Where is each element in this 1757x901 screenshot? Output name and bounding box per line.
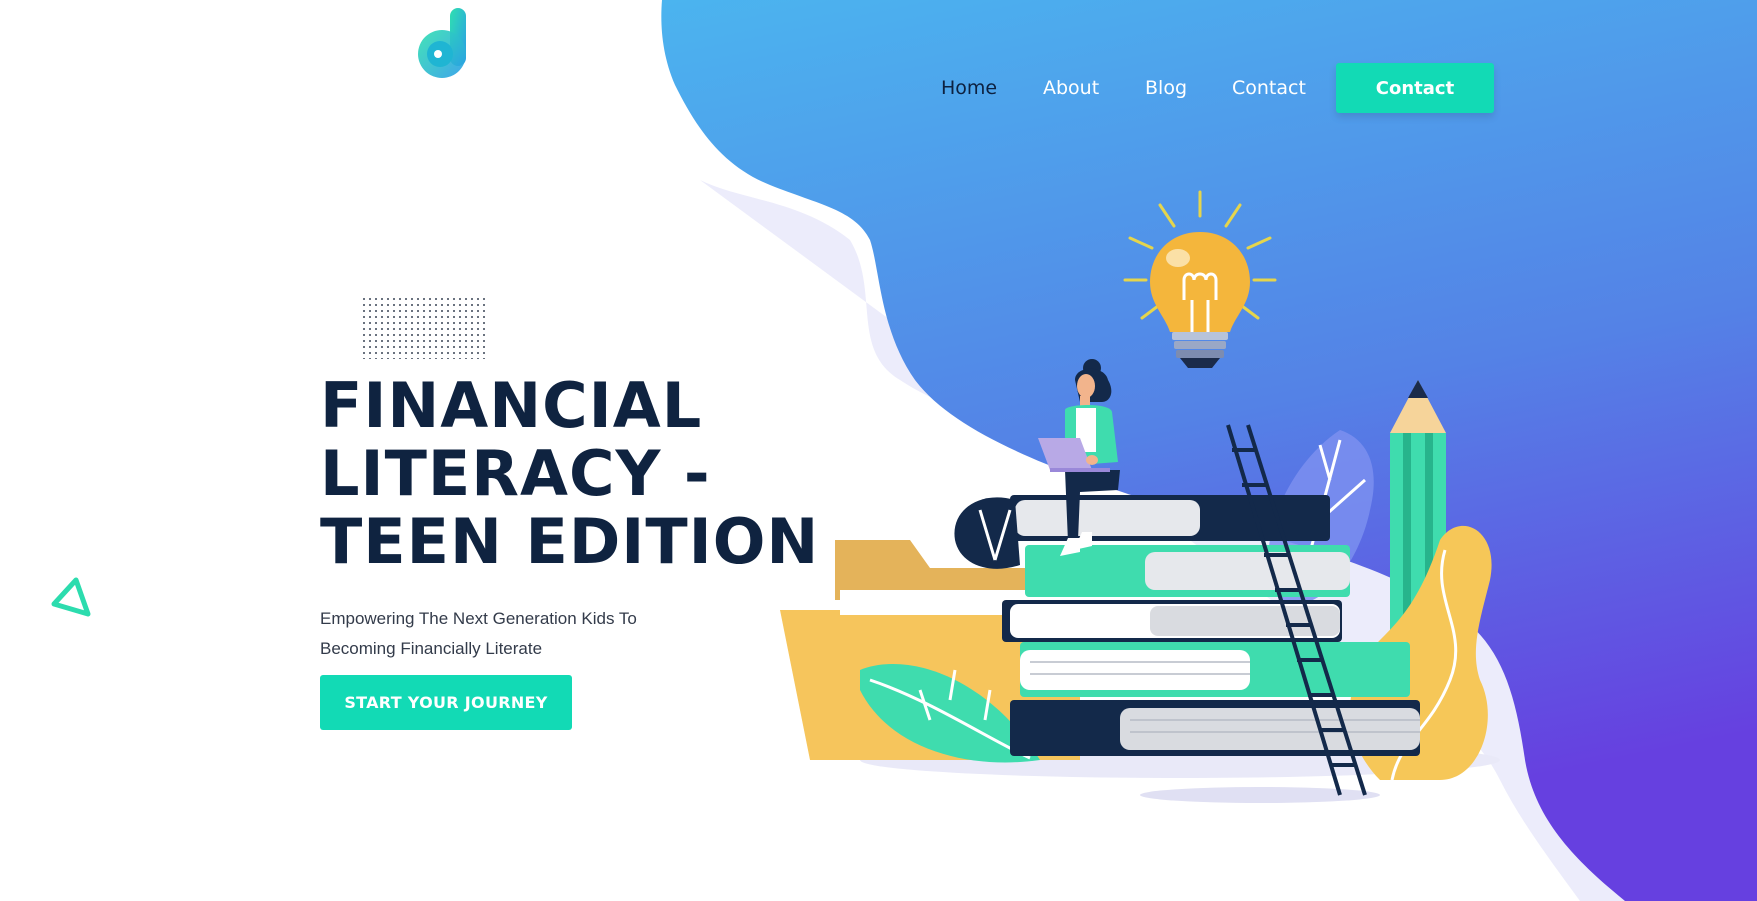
hero-title-line: TEEN EDITION xyxy=(320,505,820,578)
ring-decoration xyxy=(0,380,30,530)
dot-grid-decoration xyxy=(362,297,488,359)
hero-title: FINANCIAL LITERACY - TEEN EDITION xyxy=(320,372,820,576)
nav-contact-link[interactable]: Contact xyxy=(1232,77,1306,99)
lightbulb-icon xyxy=(1123,190,1277,368)
nav-about-link[interactable]: About xyxy=(1043,77,1099,99)
hero-subtitle-line: Becoming Financially Literate xyxy=(320,639,543,658)
hero-title-line: FINANCIAL xyxy=(320,369,703,442)
start-journey-button[interactable]: START YOUR JOURNEY xyxy=(320,675,572,730)
nav-blog-link[interactable]: Blog xyxy=(1145,77,1187,99)
hero-subtitle: Empowering The Next Generation Kids To B… xyxy=(320,604,700,664)
hero-title-line: LITERACY - xyxy=(320,437,711,510)
main-nav: Home About Blog Contact Contact xyxy=(0,30,1757,113)
triangle-decoration xyxy=(51,577,91,617)
contact-button[interactable]: Contact xyxy=(1336,63,1494,113)
hero-subtitle-line: Empowering The Next Generation Kids To xyxy=(320,609,637,628)
hero-illustration xyxy=(780,190,1500,803)
nav-home-link[interactable]: Home xyxy=(941,77,997,99)
